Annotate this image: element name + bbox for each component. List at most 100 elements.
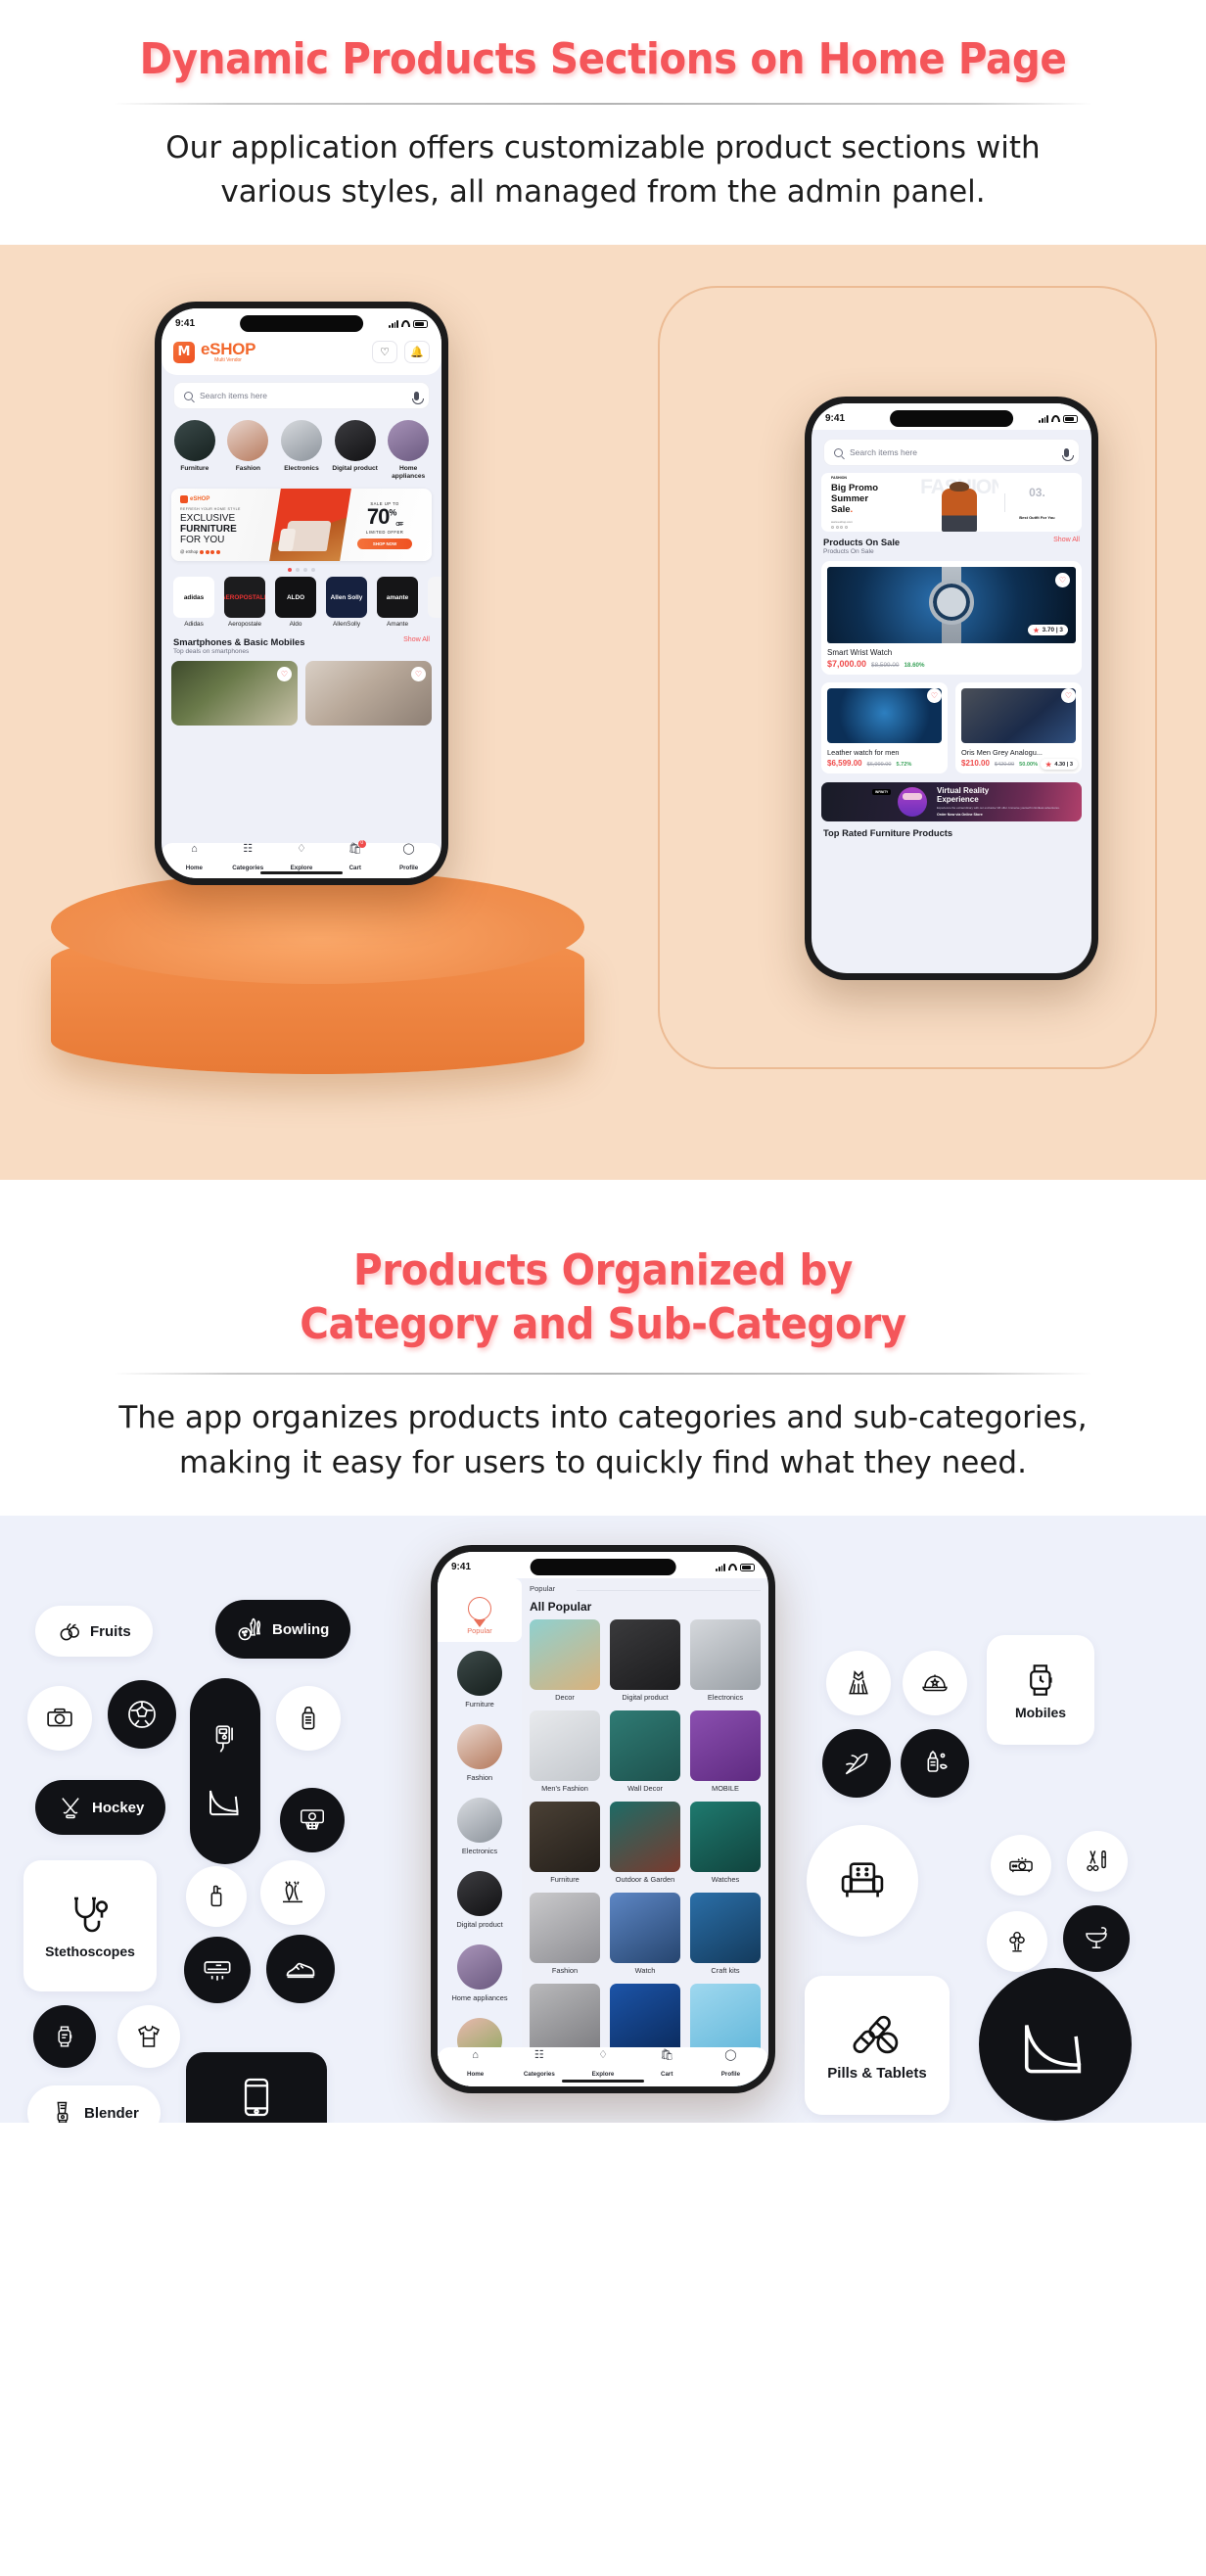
category-item-home-appliances[interactable]: Home appliances: [385, 420, 432, 481]
chip-carrot[interactable]: [260, 1860, 325, 1926]
banner-description: Experience the extraordinary with our ex…: [937, 805, 1060, 810]
carousel-dot[interactable]: [311, 568, 315, 573]
chip-basketball[interactable]: [280, 1788, 345, 1853]
chip-medical-drip[interactable]: [190, 1678, 260, 1865]
brand-item[interactable]: AMR Amr: [426, 577, 441, 628]
product-card[interactable]: ♡ Leather watch for men $6,599.00 $6,999…: [821, 682, 948, 774]
sidebar-item-furniture[interactable]: Furniture: [438, 1642, 522, 1715]
brand-item[interactable]: AEROPOSTALE Aeropostale: [222, 577, 267, 628]
category-tile[interactable]: Outdoor & Garden: [610, 1801, 680, 1885]
logo-mark-icon: [180, 494, 188, 503]
product-card[interactable]: ♡: [171, 661, 298, 726]
category-item-fashion[interactable]: Fashion: [225, 420, 272, 481]
product-card[interactable]: ★ 4.30 | 3 ♡ Oris Men Grey Analogu... $21…: [955, 682, 1082, 774]
carousel-dot[interactable]: [296, 568, 300, 573]
blender-icon: [57, 2101, 69, 2124]
category-tile[interactable]: Digital product: [610, 1619, 680, 1703]
tab-home[interactable]: ⌂ Home: [167, 843, 221, 874]
category-tile[interactable]: Furniture: [530, 1801, 600, 1885]
category-tile[interactable]: Watch: [610, 1892, 680, 1976]
sidebar-item-electronics[interactable]: Electronics: [438, 1789, 522, 1862]
product-card[interactable]: ♡: [305, 661, 432, 726]
tile-image: [530, 1801, 600, 1872]
chip-baby-feeding[interactable]: [901, 1729, 969, 1799]
chip-armchair[interactable]: [807, 1825, 918, 1938]
chip-surgical-tools[interactable]: [1067, 1831, 1128, 1893]
promo-banner-summer-sale[interactable]: FASHION Big Promo Summer Sale. www.eshop…: [821, 473, 1082, 533]
show-all-link[interactable]: Show All: [403, 636, 430, 643]
category-tile[interactable]: Fashion: [530, 1892, 600, 1976]
chip-artichoke[interactable]: [987, 1911, 1047, 1973]
sidebar-item-digital-product[interactable]: Digital product: [438, 1862, 522, 1936]
tab-profile[interactable]: ◯ Profile: [382, 843, 436, 874]
brand-item[interactable]: ALDO Aldo: [273, 577, 318, 628]
chip-mobiles-left[interactable]: Mobiles: [186, 2052, 327, 2124]
tab-label: Cart: [661, 2070, 673, 2078]
category-item-digital-product[interactable]: Digital product: [332, 420, 379, 481]
chip-football[interactable]: [108, 1680, 176, 1750]
category-thumb: [173, 420, 215, 462]
microphone-icon[interactable]: [411, 391, 424, 404]
search-input[interactable]: Search items here: [823, 439, 1080, 467]
promo-banner-furniture[interactable]: eSHOP REFRESH YOUR HOME STYLE EXCLUSIVE …: [171, 489, 432, 562]
chip-camera[interactable]: [27, 1686, 92, 1752]
notification-button[interactable]: 🔔: [404, 341, 430, 364]
chip-sneaker[interactable]: [266, 1935, 335, 2004]
tab-cart[interactable]: 🛍 Cart: [635, 2049, 699, 2081]
tab-categories[interactable]: ☷ Categories: [221, 843, 275, 874]
category-tile[interactable]: Wall Decor: [610, 1710, 680, 1794]
tab-explore[interactable]: ♢ Explore: [275, 843, 329, 874]
featured-product-card[interactable]: ★ 3.70 | 3 ♡ Smart Wrist Watch $7,000.00 …: [821, 561, 1082, 676]
chip-high-heel-right[interactable]: [979, 1968, 1132, 2122]
chip-fruits[interactable]: Fruits: [35, 1606, 153, 1658]
chip-blender[interactable]: Blender: [27, 2085, 161, 2124]
category-tile[interactable]: Craft kits: [690, 1892, 761, 1976]
carousel-dot[interactable]: [303, 568, 307, 573]
chip-pills-tablets[interactable]: Pills & Tablets: [805, 1976, 950, 2116]
category-item-furniture[interactable]: Furniture: [171, 420, 218, 481]
category-tile[interactable]: MOBILE: [690, 1710, 761, 1794]
tab-label: Home: [185, 864, 203, 871]
chip-bowling[interactable]: Bowling: [215, 1600, 351, 1660]
tab-profile[interactable]: ◯ Profile: [699, 2049, 763, 2081]
smartwatch-icon: [58, 2026, 72, 2047]
chip-stethoscopes[interactable]: Stethoscopes: [23, 1860, 157, 1992]
category-tile[interactable]: Decor: [530, 1619, 600, 1703]
carousel-dot[interactable]: [288, 568, 292, 573]
brand-item[interactable]: adidas Adidas: [171, 577, 216, 628]
sidebar-item-home-appliances[interactable]: Home appliances: [438, 1936, 522, 2009]
category-tile[interactable]: Watches: [690, 1801, 761, 1885]
category-tile[interactable]: Electronics: [690, 1619, 761, 1703]
search-input[interactable]: Search items here: [173, 382, 430, 410]
chip-herb[interactable]: [822, 1729, 891, 1799]
chip-spray-bottle[interactable]: [186, 1866, 247, 1928]
chip-baby-bottle[interactable]: [276, 1686, 341, 1752]
tab-home[interactable]: ⌂ Home: [443, 2049, 507, 2081]
carousel-dots[interactable]: [162, 561, 441, 577]
chip-smartwatch[interactable]: [33, 2005, 96, 2069]
chip-cocktail[interactable]: [1063, 1905, 1130, 1973]
chip-air-conditioner[interactable]: [184, 1937, 251, 2004]
sidebar-item-fashion[interactable]: Fashion: [438, 1715, 522, 1789]
promo-banner-vr[interactable]: INFINITY Virtual Reality Experience Expe…: [821, 782, 1082, 822]
tab-categories[interactable]: ☷ Categories: [507, 2049, 571, 2081]
category-tile[interactable]: Men's Fashion: [530, 1710, 600, 1794]
chip-dress[interactable]: [826, 1651, 891, 1716]
chip-projector[interactable]: [991, 1835, 1051, 1897]
chip-tshirt[interactable]: [117, 2005, 180, 2069]
tab-cart[interactable]: 🛍 0 Cart: [328, 839, 382, 874]
shop-now-button[interactable]: SHOP NOW: [357, 538, 413, 549]
wishlist-button[interactable]: ♡: [372, 341, 397, 364]
brand-item[interactable]: Allen Solly AllenSolly: [324, 577, 369, 628]
category-item-electronics[interactable]: Electronics: [278, 420, 325, 481]
tab-explore[interactable]: ♢ Explore: [571, 2049, 634, 2081]
chip-baseball-cap[interactable]: [903, 1651, 967, 1716]
brand-item[interactable]: amante Amante: [375, 577, 420, 628]
show-all-link[interactable]: Show All: [1053, 537, 1080, 543]
chip-hockey[interactable]: Hockey: [35, 1780, 166, 1836]
microphone-icon[interactable]: [1061, 447, 1074, 461]
banner-cta[interactable]: Order Now via Online Store: [937, 813, 1060, 817]
sidebar-item-popular[interactable]: Popular: [438, 1578, 522, 1643]
chip-mobiles-right[interactable]: Mobiles: [987, 1635, 1094, 1746]
app-logo[interactable]: eSHOP Multi Vendor: [173, 341, 255, 363]
